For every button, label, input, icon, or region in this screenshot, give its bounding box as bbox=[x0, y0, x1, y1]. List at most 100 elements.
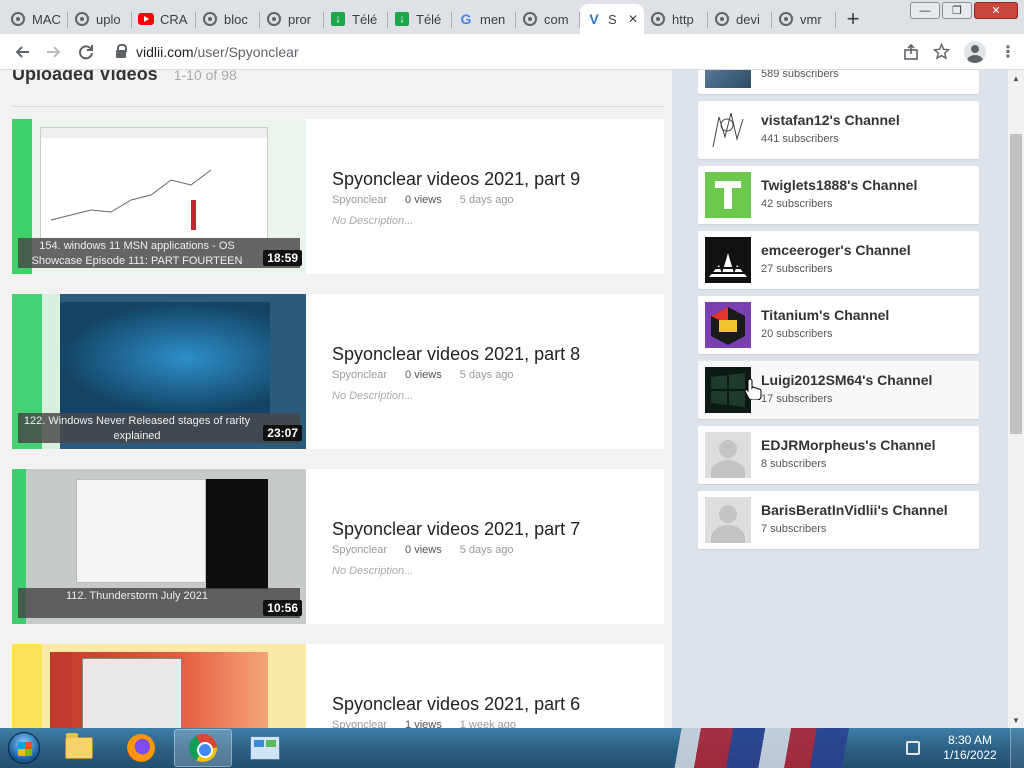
video-description: No Description... bbox=[332, 565, 414, 577]
channel-avatar bbox=[705, 237, 751, 283]
video-views: 0 views bbox=[405, 544, 442, 556]
network-icon[interactable] bbox=[906, 741, 920, 755]
browser-tab[interactable]: ↓ Télé bbox=[324, 4, 388, 34]
channel-card[interactable]: Luigi2012SM64's Channel 17 subscribers bbox=[698, 361, 979, 419]
video-title-link[interactable]: Spyonclear videos 2021, part 8 bbox=[332, 344, 664, 365]
share-icon[interactable] bbox=[903, 43, 919, 60]
url-host: vidlii.com bbox=[136, 43, 194, 60]
url-path: /user/Spyonclear bbox=[193, 43, 299, 60]
channel-subscribers: 20 subscribers bbox=[761, 328, 833, 340]
channel-card[interactable]: Titanium's Channel 20 subscribers bbox=[698, 296, 979, 354]
back-arrow-icon bbox=[15, 45, 29, 58]
channel-card[interactable]: vistafan12's Channel 441 subscribers bbox=[698, 101, 979, 159]
windows-taskbar: 8:30 AM 1/16/2022 bbox=[0, 728, 1024, 768]
video-views: 1 views bbox=[405, 719, 442, 728]
close-tab-icon[interactable]: ✕ bbox=[628, 12, 638, 26]
channel-name-link[interactable]: vistafan12's Channel bbox=[761, 112, 900, 128]
taskbar-explorer[interactable] bbox=[50, 729, 108, 767]
browser-tab[interactable]: pror bbox=[260, 4, 324, 34]
new-tab-button[interactable]: + bbox=[838, 4, 868, 34]
back-button[interactable] bbox=[8, 38, 36, 66]
start-button[interactable] bbox=[2, 728, 46, 768]
browser-tab[interactable]: CRA bbox=[132, 4, 196, 34]
default-avatar-icon bbox=[705, 432, 751, 478]
menu-kebab-icon[interactable]: ⋮ bbox=[1000, 42, 1016, 62]
video-author-link[interactable]: Spyonclear bbox=[332, 194, 387, 206]
video-thumbnail[interactable] bbox=[12, 644, 306, 728]
channel-name-link[interactable]: Twiglets1888's Channel bbox=[761, 177, 917, 193]
scroll-down-arrow-icon[interactable]: ▼ bbox=[1008, 712, 1024, 728]
channel-subscribers: 589 subscribers bbox=[761, 70, 839, 80]
channel-card[interactable]: emceeroger's Channel 27 subscribers bbox=[698, 231, 979, 289]
clock[interactable]: 8:30 AM 1/16/2022 bbox=[938, 733, 1002, 763]
browser-tab[interactable]: Gmen bbox=[452, 4, 516, 34]
globe-icon bbox=[10, 11, 26, 27]
channel-card[interactable]: Twiglets1888's Channel 42 subscribers bbox=[698, 166, 979, 224]
browser-tab[interactable]: vmr bbox=[772, 4, 836, 34]
video-age: 5 days ago bbox=[459, 194, 514, 206]
chrome-icon bbox=[189, 734, 217, 762]
minimize-button[interactable]: — bbox=[910, 2, 940, 19]
video-title-link[interactable]: Spyonclear videos 2021, part 7 bbox=[332, 519, 664, 540]
taskbar-firefox[interactable] bbox=[112, 729, 170, 767]
duration-badge: 10:56 bbox=[263, 600, 302, 616]
video-age: 1 week ago bbox=[459, 719, 516, 728]
channel-card[interactable]: EDJRMorpheus's Channel 8 subscribers bbox=[698, 426, 979, 484]
page-scrollbar[interactable]: ▲ ▼ bbox=[1008, 70, 1024, 728]
browser-tab-active[interactable]: V S ✕ bbox=[580, 4, 644, 34]
channel-name-link[interactable]: emceeroger's Channel bbox=[761, 242, 911, 258]
reload-button[interactable] bbox=[72, 38, 100, 66]
scrollbar-thumb[interactable] bbox=[1010, 134, 1022, 434]
channel-name-link[interactable]: Luigi2012SM64's Channel bbox=[761, 372, 932, 388]
video-title-link[interactable]: Spyonclear videos 2021, part 9 bbox=[332, 169, 664, 190]
scroll-up-arrow-icon[interactable]: ▲ bbox=[1008, 70, 1024, 86]
video-author-link[interactable]: Spyonclear bbox=[332, 544, 387, 556]
bookmark-star-icon[interactable] bbox=[933, 43, 950, 60]
browser-tab[interactable]: devi bbox=[708, 4, 772, 34]
profile-avatar-icon[interactable] bbox=[964, 40, 986, 63]
channel-name-link[interactable]: EDJRMorpheus's Channel bbox=[761, 437, 935, 453]
tab-title: men bbox=[480, 11, 506, 27]
channel-avatar bbox=[705, 70, 751, 88]
close-window-button[interactable]: ✕ bbox=[974, 2, 1018, 19]
address-bar[interactable]: vidlii.com/user/Spyonclear bbox=[104, 37, 893, 66]
video-row: Spyonclear videos 2021, part 6 Spyonclea… bbox=[12, 644, 664, 728]
tab-title: vmr bbox=[800, 11, 822, 27]
video-count: 1-10 of 98 bbox=[173, 70, 237, 83]
video-thumbnail[interactable]: 154. windows 11 MSN applications - OS Sh… bbox=[12, 119, 306, 274]
video-row: 154. windows 11 MSN applications - OS Sh… bbox=[12, 119, 664, 274]
browser-tab[interactable]: uplo bbox=[68, 4, 132, 34]
browser-tab[interactable]: bloc bbox=[196, 4, 260, 34]
video-author-link[interactable]: Spyonclear bbox=[332, 369, 387, 381]
video-thumbnail[interactable]: 122. Windows Never Released stages of ra… bbox=[12, 294, 306, 449]
maximize-button[interactable]: ❐ bbox=[942, 2, 972, 19]
taskbar-control-panel[interactable] bbox=[236, 729, 294, 767]
video-thumbnail[interactable]: 112. Thunderstorm July 2021 10:56 bbox=[12, 469, 306, 624]
channel-name-link[interactable]: Titanium's Channel bbox=[761, 307, 889, 323]
show-desktop-button[interactable] bbox=[1010, 728, 1024, 768]
tab-title: devi bbox=[736, 11, 760, 27]
channel-card[interactable]: BarisBeratInVidlii's Channel 7 subscribe… bbox=[698, 491, 979, 549]
channel-name-link[interactable]: BarisBeratInVidlii's Channel bbox=[761, 502, 948, 518]
taskbar-chrome[interactable] bbox=[174, 729, 232, 767]
channel-avatar bbox=[705, 172, 751, 218]
duration-badge: 18:59 bbox=[263, 250, 302, 266]
hand-cursor-icon bbox=[744, 378, 762, 400]
system-tray: 8:30 AM 1/16/2022 bbox=[906, 728, 1024, 768]
video-info: Spyonclear videos 2021, part 8 Spyonclea… bbox=[306, 294, 664, 449]
browser-tab[interactable]: ↓ Télé bbox=[388, 4, 452, 34]
window-controls: — ❐ ✕ bbox=[910, 2, 1018, 19]
divider bbox=[12, 106, 664, 107]
channel-subscribers: 441 subscribers bbox=[761, 133, 839, 145]
video-title-link[interactable]: Spyonclear videos 2021, part 6 bbox=[332, 694, 664, 715]
tab-title: S bbox=[608, 11, 617, 27]
video-author-link[interactable]: Spyonclear bbox=[332, 719, 387, 728]
channel-card[interactable]: 589 subscribers bbox=[698, 70, 979, 94]
tab-title: Télé bbox=[352, 11, 378, 27]
browser-tab[interactable]: http bbox=[644, 4, 708, 34]
video-age: 5 days ago bbox=[459, 369, 514, 381]
page-viewport: Uploaded Videos 1-10 of 98 154. windows … bbox=[0, 70, 1008, 728]
browser-tab[interactable]: MAC bbox=[4, 4, 68, 34]
forward-button[interactable] bbox=[40, 38, 68, 66]
browser-tab[interactable]: com bbox=[516, 4, 580, 34]
